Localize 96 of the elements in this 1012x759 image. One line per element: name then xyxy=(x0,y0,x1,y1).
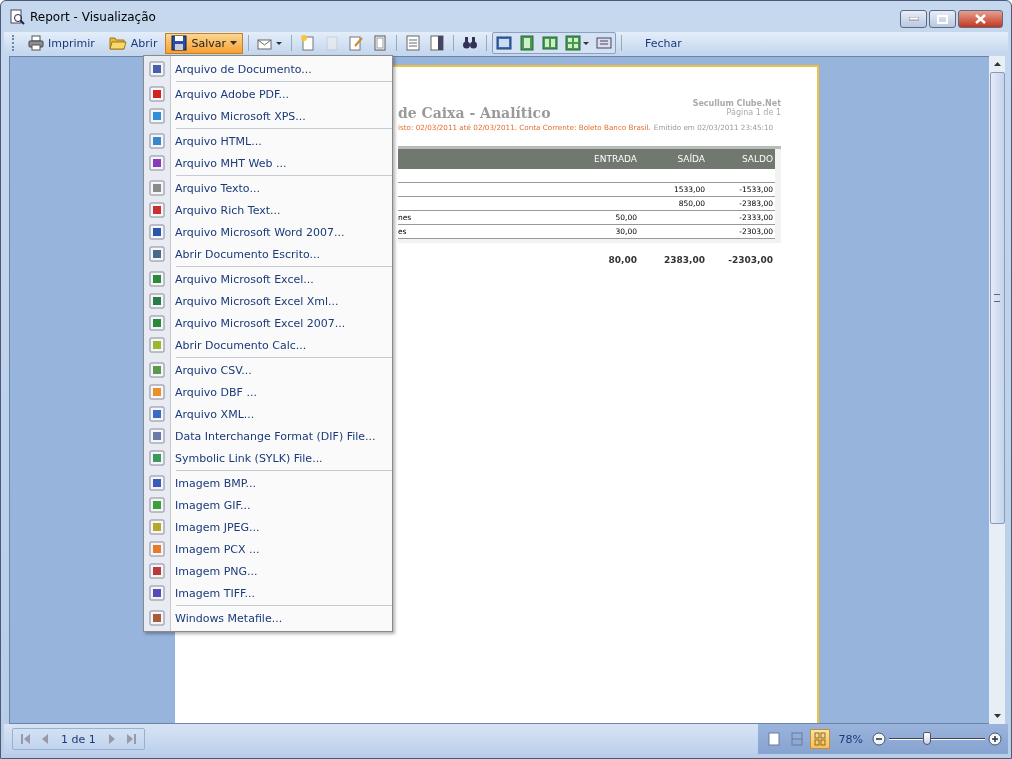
menu-item[interactable]: Arquivo MHT Web ... xyxy=(144,152,392,174)
file-icon xyxy=(149,428,165,444)
close-preview-button[interactable]: Fechar xyxy=(639,32,688,54)
menu-item[interactable]: Arquivo Microsoft Excel Xml... xyxy=(144,290,392,312)
multi-page-view-icon[interactable] xyxy=(562,33,592,53)
minimize-button[interactable] xyxy=(900,10,927,28)
menu-item[interactable]: Imagem JPEG... xyxy=(144,516,392,538)
zoom-slider[interactable] xyxy=(889,732,985,746)
menu-item[interactable]: Symbolic Link (SYLK) File... xyxy=(144,447,392,469)
two-page-view-icon[interactable] xyxy=(539,33,561,53)
scroll-thumb[interactable] xyxy=(989,72,1005,524)
slider-thumb[interactable] xyxy=(923,732,932,745)
file-icon xyxy=(149,406,165,422)
file-icon xyxy=(149,315,165,331)
folder-icon xyxy=(108,35,127,51)
report-title: de Caixa - Analítico xyxy=(398,105,551,121)
file-icon xyxy=(149,202,165,218)
total-cell: 80,00 xyxy=(608,255,637,265)
maximize-icon xyxy=(937,14,948,24)
close-button[interactable] xyxy=(958,10,1003,28)
file-icon xyxy=(149,61,165,77)
column-header: ENTRADA xyxy=(594,154,637,164)
menu-item[interactable]: Arquivo Adobe PDF... xyxy=(144,83,392,105)
menu-item[interactable]: Arquivo CSV... xyxy=(144,359,392,381)
single-page-view-icon[interactable] xyxy=(493,33,515,53)
view-button[interactable] xyxy=(809,729,830,749)
file-icon xyxy=(149,384,165,400)
file-icon xyxy=(149,155,165,171)
minimize-icon xyxy=(908,17,919,21)
multi-page-icon xyxy=(813,732,826,746)
zoom-out-button[interactable] xyxy=(872,732,886,746)
next-page-icon xyxy=(108,734,115,744)
toolbar-button[interactable]: Imprimir xyxy=(22,32,101,54)
file-icon xyxy=(149,362,165,378)
scroll-up-icon xyxy=(993,62,1001,66)
vertical-scrollbar[interactable] xyxy=(989,56,1005,724)
first-page-icon xyxy=(21,734,30,744)
file-icon xyxy=(149,133,165,149)
column-header: SALDO xyxy=(741,154,773,164)
file-icon xyxy=(149,293,165,309)
maximize-button[interactable] xyxy=(929,10,956,28)
toolbar-grip xyxy=(12,35,16,51)
total-cell: 2383,00 xyxy=(664,255,705,265)
file-icon xyxy=(149,610,165,626)
page-number: Página 1 de 1 xyxy=(726,108,781,117)
menu-item[interactable]: Imagem PNG... xyxy=(144,560,392,582)
menu-item[interactable]: Arquivo XML... xyxy=(144,403,392,425)
toolbar-button[interactable]: Salvar xyxy=(165,32,243,54)
total-cell: -2303,00 xyxy=(728,255,773,265)
file-icon xyxy=(149,541,165,557)
file-icon xyxy=(149,86,165,102)
menu-item[interactable]: Abrir Documento Calc... xyxy=(144,334,392,356)
file-icon xyxy=(149,519,165,535)
zoom-in-button[interactable] xyxy=(988,732,1002,746)
file-icon xyxy=(149,450,165,466)
page-indicator: 1 de 1 xyxy=(60,732,97,746)
file-icon xyxy=(149,246,165,262)
page-width-icon xyxy=(790,732,803,746)
file-icon xyxy=(149,224,165,240)
menu-item[interactable]: Imagem PCX ... xyxy=(144,538,392,560)
file-icon xyxy=(149,585,165,601)
printer-icon xyxy=(28,35,44,51)
menu-item[interactable]: Imagem BMP... xyxy=(144,472,392,494)
toolbar-button[interactable]: Abrir xyxy=(102,32,164,54)
file-icon xyxy=(149,180,165,196)
single-page-icon xyxy=(767,732,780,746)
company-name: Secullum Clube.Net xyxy=(692,99,781,108)
zoom-percentage: 78% xyxy=(838,732,863,746)
caret-icon xyxy=(230,41,237,45)
menu-item[interactable]: Arquivo Texto... xyxy=(144,177,392,199)
file-icon xyxy=(149,271,165,287)
file-icon xyxy=(149,497,165,513)
file-icon xyxy=(149,337,165,353)
menu-item[interactable]: Arquivo Microsoft Excel... xyxy=(144,268,392,290)
window-title: Report - Visualização xyxy=(30,9,156,24)
menu-item[interactable]: Arquivo de Documento... xyxy=(144,58,392,80)
previous-page-icon xyxy=(42,734,48,744)
menu-item[interactable]: Abrir Documento Escrito... xyxy=(144,243,392,265)
document-magnifier-icon xyxy=(9,8,25,25)
menu-item[interactable]: Imagem TIFF... xyxy=(144,582,392,604)
menu-item[interactable]: Windows Metafile... xyxy=(144,607,392,629)
menu-item[interactable]: Arquivo HTML... xyxy=(144,130,392,152)
scroll-down-icon xyxy=(993,714,1001,718)
menu-item[interactable]: Arquivo Microsoft XPS... xyxy=(144,105,392,127)
last-page-icon xyxy=(126,734,136,744)
menu-item[interactable]: Imagem GIF... xyxy=(144,494,392,516)
column-header: SAÍDA xyxy=(677,154,705,164)
file-icon xyxy=(149,475,165,491)
file-icon xyxy=(149,563,165,579)
menu-item[interactable]: Arquivo Rich Text... xyxy=(144,199,392,221)
menu-item[interactable]: Data Interchange Format (DIF) File... xyxy=(144,425,392,447)
close-icon xyxy=(975,14,986,24)
menu-item[interactable]: Arquivo Microsoft Word 2007... xyxy=(144,221,392,243)
file-icon xyxy=(149,108,165,124)
menu-item[interactable]: Arquivo Microsoft Excel 2007... xyxy=(144,312,392,334)
menu-item[interactable]: Arquivo DBF ... xyxy=(144,381,392,403)
